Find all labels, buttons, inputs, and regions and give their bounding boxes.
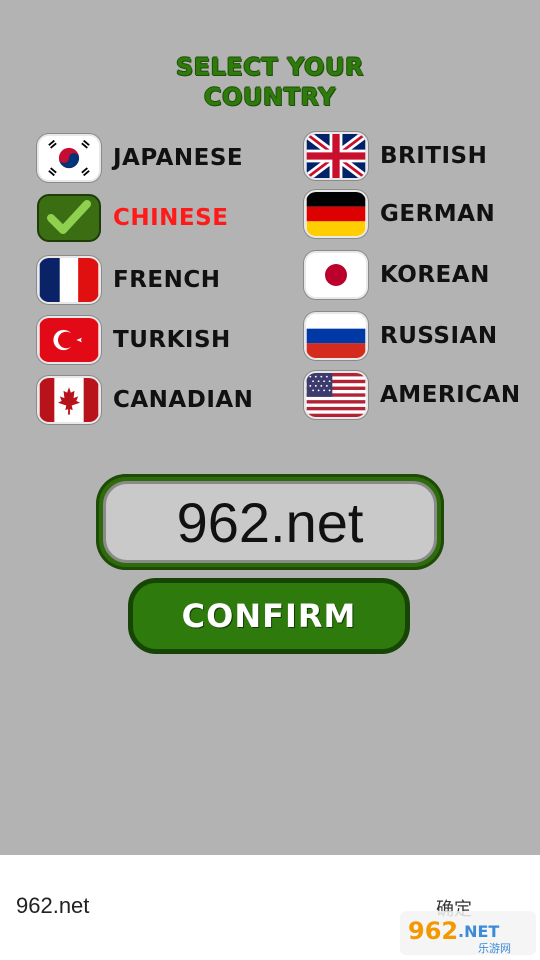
name-input[interactable] (103, 481, 437, 563)
country-option-british[interactable]: BRITISH (304, 130, 487, 182)
japan-flag-icon (304, 251, 368, 299)
page-title: SELECT YOUR COUNTRY (0, 52, 540, 112)
country-label: GERMAN (380, 201, 496, 227)
germany-flag-icon (304, 190, 368, 238)
bottom-input-text[interactable]: 962.net (16, 893, 89, 919)
country-option-german[interactable]: GERMAN (304, 188, 495, 240)
country-option-korean[interactable]: KOREAN (304, 249, 490, 301)
country-label: CANADIAN (113, 387, 254, 413)
uk-flag-icon (304, 132, 368, 180)
country-option-american[interactable]: AMERICAN (304, 369, 521, 421)
turkey-flag-icon (37, 316, 101, 364)
svg-text:962: 962 (408, 917, 458, 945)
country-option-canadian[interactable]: CANADIAN (37, 374, 253, 426)
bottom-input-bar: 962.net 确定 962 .NET 乐游网 (0, 855, 540, 960)
svg-text:乐游网: 乐游网 (478, 942, 511, 955)
check-icon (37, 194, 101, 242)
country-label: AMERICAN (380, 382, 521, 408)
country-label: RUSSIAN (380, 323, 498, 349)
country-option-french[interactable]: FRENCH (37, 254, 221, 306)
country-option-russian[interactable]: RUSSIAN (304, 310, 498, 362)
russia-flag-icon (304, 312, 368, 360)
country-label: BRITISH (380, 143, 488, 169)
country-option-japanese[interactable]: JAPANESE (37, 132, 243, 184)
korea-flag-icon (37, 134, 101, 182)
title-line-1: SELECT YOUR (175, 53, 365, 81)
country-option-turkish[interactable]: TURKISH (37, 314, 231, 366)
country-option-chinese[interactable]: CHINESE (37, 192, 228, 244)
watermark-logo: 962 .NET 乐游网 (400, 911, 536, 955)
country-label: JAPANESE (113, 145, 244, 171)
france-flag-icon (37, 256, 101, 304)
canada-flag-icon (37, 376, 101, 424)
name-input-frame (96, 474, 444, 570)
country-label: CHINESE (113, 205, 229, 231)
svg-text:.NET: .NET (458, 922, 499, 941)
country-label: TURKISH (113, 327, 231, 353)
usa-flag-icon (304, 371, 368, 419)
country-label: FRENCH (113, 267, 221, 293)
title-line-2: COUNTRY (203, 83, 336, 111)
country-label: KOREAN (380, 262, 490, 288)
confirm-button[interactable]: CONFIRM (128, 578, 410, 654)
